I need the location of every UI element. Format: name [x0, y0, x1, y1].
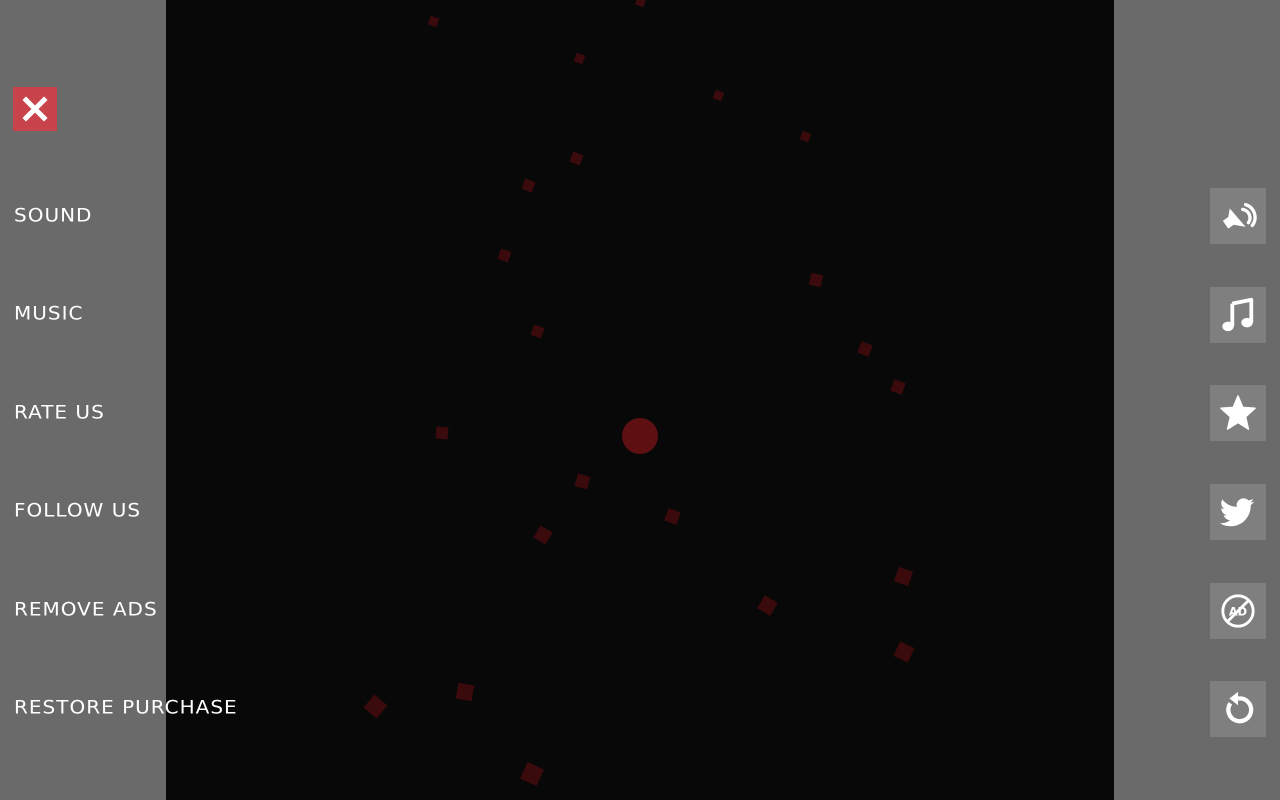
- particle: [521, 178, 536, 193]
- particle: [497, 248, 512, 263]
- particle: [634, 0, 647, 8]
- sound-toggle-button[interactable]: [1210, 188, 1266, 244]
- close-icon: [22, 96, 48, 122]
- particle: [890, 379, 906, 395]
- particle: [893, 566, 914, 587]
- restore-icon: [1226, 691, 1254, 724]
- particle: [799, 130, 812, 143]
- particle: [520, 762, 544, 786]
- game-canvas[interactable]: [166, 0, 1114, 800]
- twitter-icon: [1219, 498, 1255, 527]
- particle: [569, 151, 584, 166]
- restore-purchase-button[interactable]: [1210, 681, 1266, 737]
- particle: [712, 89, 725, 102]
- music-note-icon: [1222, 297, 1254, 332]
- menu-label-music[interactable]: MUSIC: [14, 302, 83, 325]
- particle: [664, 508, 681, 525]
- particle: [809, 273, 823, 287]
- menu-label-remove-ads[interactable]: REMOVE ADS: [14, 598, 158, 621]
- particle: [857, 341, 873, 357]
- particle: [530, 324, 545, 339]
- music-toggle-button[interactable]: [1210, 287, 1266, 343]
- particle: [573, 52, 586, 65]
- remove-ads-button[interactable]: AD: [1210, 583, 1266, 639]
- star-icon: [1220, 395, 1256, 430]
- close-button[interactable]: [13, 87, 57, 131]
- particle: [427, 15, 440, 28]
- particle: [533, 525, 553, 545]
- rate-us-button[interactable]: [1210, 385, 1266, 441]
- no-ads-icon: AD: [1221, 594, 1255, 628]
- particle: [435, 426, 449, 440]
- particle: [757, 595, 778, 616]
- menu-label-restore-purchase[interactable]: RESTORE PURCHASE: [14, 696, 238, 719]
- menu-label-sound[interactable]: SOUND: [14, 204, 92, 227]
- particle: [455, 682, 475, 702]
- particle: [893, 641, 915, 663]
- follow-us-button[interactable]: [1210, 484, 1266, 540]
- particle: [363, 694, 388, 719]
- player-ball: [622, 418, 658, 454]
- sound-muted-icon: [1222, 202, 1257, 232]
- menu-label-follow-us[interactable]: FOLLOW US: [14, 499, 141, 522]
- menu-label-rate-us[interactable]: RATE US: [14, 401, 105, 424]
- no-ads-glyph: AD: [1229, 604, 1247, 618]
- particle: [574, 473, 591, 490]
